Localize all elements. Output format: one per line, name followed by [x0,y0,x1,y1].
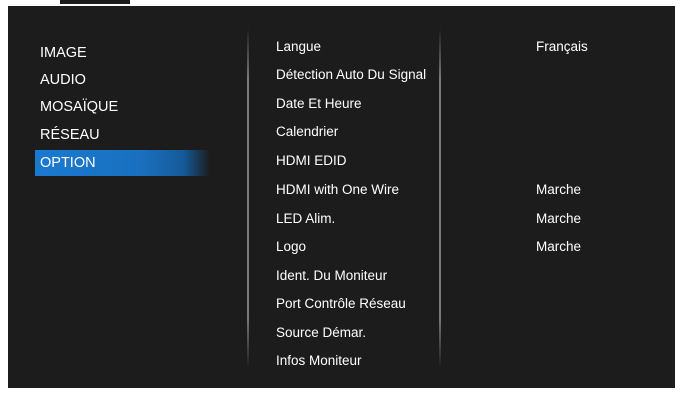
column-divider-right [439,28,441,368]
submenu-item-hdmi-edid[interactable]: HDMI EDID [276,151,347,171]
menu-item-reseau[interactable]: RÉSEAU [36,123,211,147]
value-langue: Français [536,39,588,54]
value-led-alim: Marche [536,211,582,226]
value-hdmi-one-wire: Marche [536,182,582,197]
submenu-item-langue[interactable]: Langue [276,37,321,57]
title-bar-fragment [60,0,130,4]
submenu-item-hdmi-one-wire[interactable]: HDMI with One Wire [276,180,399,200]
column-divider-left [247,28,249,368]
submenu-item-led-alim[interactable]: LED Alim. [276,209,335,229]
menu-item-audio[interactable]: AUDIO [36,68,211,92]
menu-item-image[interactable]: IMAGE [36,41,211,65]
submenu-item-infos-moniteur[interactable]: Infos Moniteur [276,351,362,371]
osd-menu-panel: IMAGE AUDIO MOSAÏQUE RÉSEAU OPTION Langu… [8,6,675,388]
value-logo: Marche [536,239,582,254]
submenu-item-ident-moniteur[interactable]: Ident. Du Moniteur [276,266,387,286]
main-menu: IMAGE AUDIO MOSAÏQUE RÉSEAU OPTION [8,6,211,388]
option-submenu: Langue Détection Auto Du Signal Date Et … [268,6,448,388]
submenu-item-detection-auto[interactable]: Détection Auto Du Signal [276,65,426,85]
submenu-item-calendrier[interactable]: Calendrier [276,122,338,142]
submenu-item-date-heure[interactable]: Date Et Heure [276,94,362,114]
option-values: Français Marche Marche Marche [528,6,668,388]
submenu-item-port-controle-reseau[interactable]: Port Contrôle Réseau [276,294,406,314]
menu-item-mosaique[interactable]: MOSAÏQUE [36,95,211,119]
menu-item-option[interactable]: OPTION [35,150,210,176]
submenu-item-source-demar[interactable]: Source Démar. [276,323,366,343]
submenu-item-logo[interactable]: Logo [276,237,306,257]
